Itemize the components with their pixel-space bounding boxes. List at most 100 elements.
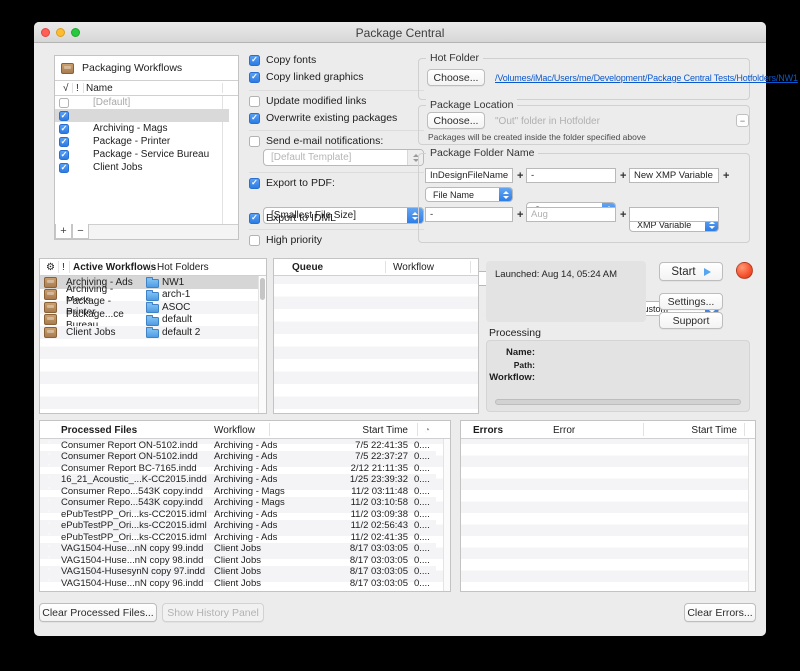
check-icon: ✓: [61, 138, 68, 146]
clear-errors-button[interactable]: Clear Errors...: [684, 603, 756, 622]
check-icon: ✓: [61, 151, 68, 159]
processed-file-row[interactable]: VAG1504-Huse...nN copy 98.inddClient Job…: [40, 554, 436, 566]
workflow-checkbox[interactable]: ✓: [59, 98, 69, 108]
processed-file-row[interactable]: ePubTestPP_Ori...ks-CC2015.idmlArchiving…: [40, 520, 436, 532]
column-header-alert[interactable]: !: [62, 262, 65, 273]
remove-location-button[interactable]: −: [736, 114, 749, 127]
column-header-workflow[interactable]: Workflow: [214, 425, 255, 436]
processed-file-row[interactable]: VAG1504-HusesynN copy 97.indd Client Jobs…: [40, 566, 436, 578]
package-location-group: Package Location Choose... "Out" folder …: [418, 105, 750, 145]
column-header-check[interactable]: √: [63, 83, 69, 94]
support-button[interactable]: Support: [659, 312, 723, 329]
hot-folder-choose-button[interactable]: Choose...: [427, 69, 485, 86]
processed-files-scrollbar[interactable]: [443, 439, 450, 591]
plus-separator: +: [517, 209, 523, 221]
clock-icon[interactable]: ◔: [424, 426, 430, 436]
folder-name-segment-4-input[interactable]: [425, 207, 513, 222]
workflow-list-item[interactable]: ✓ Archiving - Mags: [55, 122, 229, 135]
column-header-start-time[interactable]: Start Time: [320, 425, 408, 436]
folder-name-segment-3-input[interactable]: [629, 168, 719, 183]
column-header-workflow[interactable]: Workflow: [393, 262, 434, 273]
column-header-active-workflows[interactable]: Active Workflows: [73, 262, 156, 273]
folder-name-segment-5-input[interactable]: [526, 207, 616, 222]
plus-separator: +: [620, 170, 626, 182]
scrollbar-thumb[interactable]: [260, 278, 265, 300]
column-header-name[interactable]: Name: [86, 83, 113, 94]
workflow-list-item[interactable]: ✓ Package - Printer: [55, 135, 229, 148]
folder-name-type-1-dropdown[interactable]: File Name: [425, 187, 513, 202]
export-idml-checkbox[interactable]: ✓: [249, 213, 260, 224]
check-icon: ✓: [61, 112, 68, 120]
workflow-name: Archiving - Ads: [214, 520, 277, 531]
copy-linked-graphics-checkbox[interactable]: ✓: [249, 72, 260, 83]
workflow-list-item[interactable]: ✓ Client Jobs: [55, 161, 229, 174]
processed-file-row[interactable]: VAG1504-Huse...nN copy 96.inddClient Job…: [40, 577, 436, 589]
overwrite-existing-checkbox[interactable]: ✓: [249, 113, 260, 124]
workflow-list-item[interactable]: ✓ Package - Service Bureau: [55, 148, 229, 161]
active-workflow-row[interactable]: Package...ce Bureau default: [40, 314, 258, 327]
column-header-error[interactable]: Error: [553, 425, 575, 436]
package-central-window: Package Central Packaging Workflows √ ! …: [34, 22, 766, 636]
active-workflows-scrollbar[interactable]: [258, 276, 266, 413]
high-priority-checkbox[interactable]: ✓: [249, 235, 260, 246]
desktop-background: Package Central Packaging Workflows √ ! …: [0, 0, 800, 671]
column-header-alert[interactable]: !: [76, 83, 79, 94]
folder-name-segment-1-input[interactable]: [425, 168, 513, 183]
file-name: VAG1504-HusesynN copy 97.indd: [61, 566, 205, 577]
workflow-list-item[interactable]: ✓: [55, 109, 229, 122]
workflow-checkbox[interactable]: ✓: [59, 124, 69, 134]
processed-file-row[interactable]: Consumer Repo...543K copy.inddArchiving …: [40, 497, 436, 509]
processed-file-row[interactable]: VAG1504-Huse...nN copy 99.inddClient Job…: [40, 543, 436, 555]
processed-file-row[interactable]: Consumer Report ON-5102.inddArchiving - …: [40, 439, 436, 451]
export-pdf-checkbox[interactable]: ✓: [249, 178, 260, 189]
processed-file-row[interactable]: Consumer Report BC-7165.inddArchiving - …: [40, 462, 436, 474]
window-title: Package Central: [34, 26, 766, 40]
settings-button[interactable]: Settings...: [659, 293, 723, 310]
package-location-choose-button[interactable]: Choose...: [427, 112, 485, 129]
column-header-queue[interactable]: Queue: [292, 262, 323, 273]
gear-icon[interactable]: ⚙: [46, 263, 55, 273]
package-location-note: Packages will be created inside the fold…: [428, 132, 646, 142]
column-header-hot-folders[interactable]: Hot Folders: [157, 262, 209, 273]
email-template-dropdown[interactable]: [Default Template]: [263, 149, 424, 166]
workflow-list-item[interactable]: ✓ [Default]: [55, 96, 229, 109]
column-header-processed-files[interactable]: Processed Files: [61, 425, 137, 436]
duration: 0....: [414, 566, 430, 577]
active-workflow-row[interactable]: Client Jobs default 2: [40, 326, 258, 339]
folder-name-segment-2-input[interactable]: [526, 168, 616, 183]
duration: 0....: [414, 451, 430, 462]
check-icon: ✓: [61, 125, 68, 133]
clear-processed-files-button[interactable]: Clear Processed Files...: [39, 603, 157, 622]
hot-folder-name: NW1: [162, 277, 184, 288]
file-name: 16_21_Acoustic_...K-CC2015.indd: [61, 474, 207, 485]
copy-fonts-option: ✓ Copy fonts: [249, 54, 316, 66]
remove-workflow-button[interactable]: −: [72, 224, 89, 239]
workflow-checkbox[interactable]: ✓: [59, 150, 69, 160]
package-location-placeholder: "Out" folder in Hotfolder: [495, 116, 600, 127]
hot-folder-path-link[interactable]: /Volumes/iMac/Users/me/Development/Packa…: [495, 73, 798, 83]
processed-file-row[interactable]: Consumer Report ON-5102.inddArchiving - …: [40, 451, 436, 463]
workflow-name: Client Jobs: [214, 566, 261, 577]
hot-folder-name: arch-1: [162, 289, 190, 300]
processed-file-row[interactable]: Consumer Repo...543K copy.inddArchiving …: [40, 485, 436, 497]
processed-files-table: Processed Files Workflow Start Time ◔ Co…: [39, 420, 451, 592]
folder-name-segment-6-input[interactable]: [629, 207, 719, 222]
column-header-start-time[interactable]: Start Time: [651, 425, 737, 436]
copy-fonts-checkbox[interactable]: ✓: [249, 55, 260, 66]
send-email-checkbox[interactable]: ✓: [249, 136, 260, 147]
workflow-checkbox[interactable]: ✓: [59, 111, 69, 121]
processed-file-row[interactable]: 16_21_Acoustic_...K-CC2015.inddArchiving…: [40, 474, 436, 486]
add-workflow-button[interactable]: +: [55, 224, 72, 239]
show-history-panel-button[interactable]: Show History Panel: [162, 603, 264, 622]
errors-scrollbar[interactable]: [748, 439, 755, 591]
workflow-checkbox[interactable]: ✓: [59, 137, 69, 147]
workflow-checkbox[interactable]: ✓: [59, 163, 69, 173]
column-header-errors[interactable]: Errors: [473, 425, 503, 436]
processed-file-row[interactable]: ePubTestPP_Ori...ks-CC2015.idmlArchiving…: [40, 508, 436, 520]
export-idml-option: ✓ Export to IDML: [249, 212, 336, 224]
duration: 0....: [414, 578, 430, 589]
start-button[interactable]: Start: [659, 262, 723, 281]
processed-file-row[interactable]: ePubTestPP_Ori...ks-CC2015.idmlArchiving…: [40, 531, 436, 543]
update-modified-links-checkbox[interactable]: ✓: [249, 96, 260, 107]
workflow-name: Client Jobs: [214, 578, 261, 589]
